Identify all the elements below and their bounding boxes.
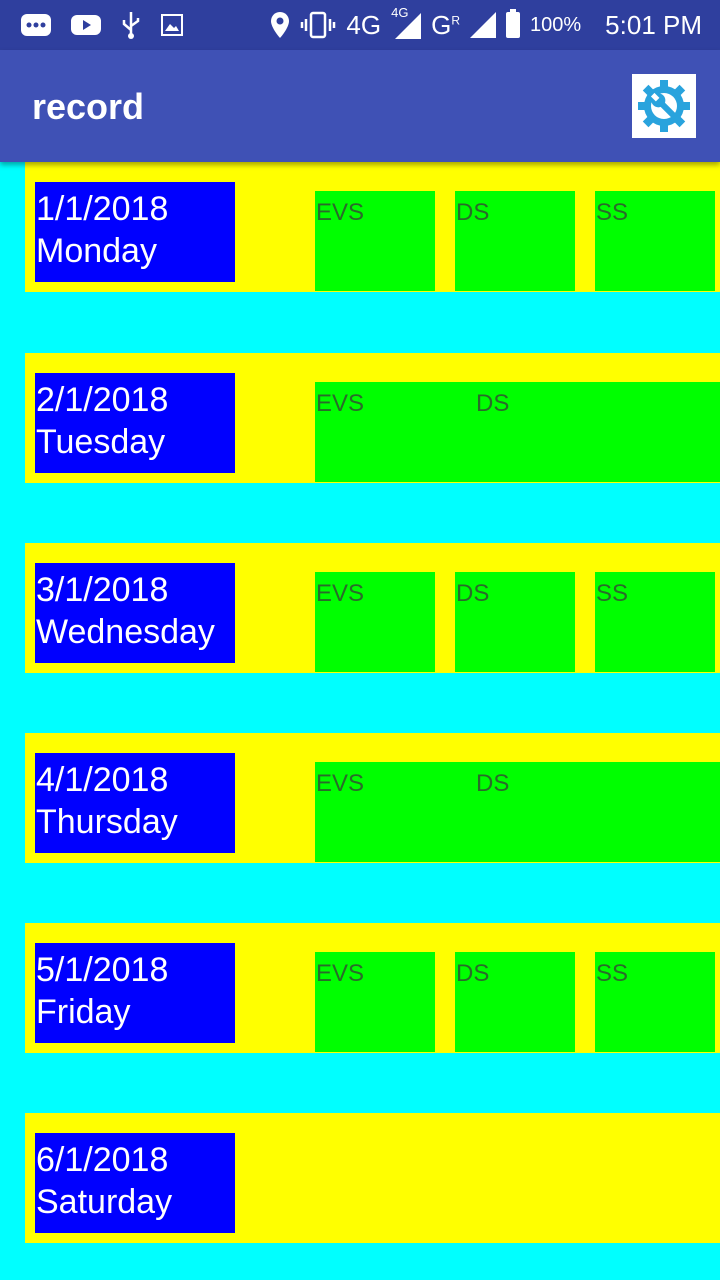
day-row[interactable]: 3/1/2018 Wednesday EVS DS SS [25,543,720,673]
network-g-label: GR [431,9,461,40]
battery-percent: 100% [530,13,582,36]
date-label: 1/1/2018 [36,190,169,228]
date-label: 3/1/2018 [36,571,169,609]
signal-bars-icon [395,13,422,39]
subject-cell-wide[interactable]: EVS DS [315,762,720,862]
youtube-icon [71,15,101,35]
subject-cell[interactable]: DS [455,572,575,672]
app-title: record [32,86,145,127]
messages-icon [21,14,51,36]
subject-cell[interactable]: SS [595,191,715,291]
weekday-label: Monday [36,232,157,270]
app-bar: record [0,50,720,162]
signal-bars-icon-2 [470,12,497,38]
date-label: 6/1/2018 [36,1141,169,1179]
clock-time: 5:01 PM [605,9,702,40]
location-icon [271,12,290,38]
image-icon [161,14,183,36]
day-row[interactable]: 4/1/2018 Thursday EVS DS [25,733,720,863]
usb-icon [122,12,140,39]
subject-label: EVS [316,770,365,797]
date-box: 4/1/2018 Thursday [35,753,235,853]
day-row[interactable]: 1/1/2018 Monday EVS DS SS [25,162,720,292]
subject-cell[interactable]: EVS [315,572,435,672]
subject-label: DS [476,770,510,797]
settings-button[interactable] [632,74,696,138]
vibrate-icon [301,11,336,39]
date-box: 1/1/2018 Monday [35,182,235,282]
subject-label: EVS [316,390,365,417]
subject-cell[interactable]: SS [595,952,715,1052]
weekday-label: Saturday [36,1183,173,1221]
date-label: 4/1/2018 [36,761,169,799]
date-label: 5/1/2018 [36,951,169,989]
subject-cell[interactable]: EVS [315,191,435,291]
day-row[interactable]: 5/1/2018 Friday EVS DS SS [25,923,720,1053]
subject-cell[interactable]: EVS [315,952,435,1052]
weekday-label: Friday [36,993,131,1031]
date-label: 2/1/2018 [36,381,169,419]
day-row[interactable]: 2/1/2018 Tuesday EVS DS [25,353,720,483]
settings-wrench-gear-icon [638,80,690,132]
subject-cell[interactable]: DS [455,952,575,1052]
subject-label: DS [476,390,510,417]
weekday-label: Wednesday [36,613,215,651]
date-box: 6/1/2018 Saturday [35,1133,235,1233]
day-list[interactable]: 1/1/2018 Monday EVS DS SS 2/1/2018 Tuesd… [0,162,720,1280]
status-bar: 4G 4G GR 100% 5:01 PM [0,0,720,50]
weekday-label: Tuesday [36,423,166,461]
battery-icon [506,9,521,38]
weekday-label: Thursday [36,803,178,841]
date-box: 3/1/2018 Wednesday [35,563,235,663]
subject-cell[interactable]: DS [455,191,575,291]
subject-cell[interactable]: SS [595,572,715,672]
network-type-label: 4G [346,9,382,40]
day-row[interactable]: 6/1/2018 Saturday [25,1113,720,1243]
subject-cell-wide[interactable]: EVS DS [315,382,720,482]
signal-strength-1: 4G [391,5,422,39]
date-box: 2/1/2018 Tuesday [35,373,235,473]
date-box: 5/1/2018 Friday [35,943,235,1043]
